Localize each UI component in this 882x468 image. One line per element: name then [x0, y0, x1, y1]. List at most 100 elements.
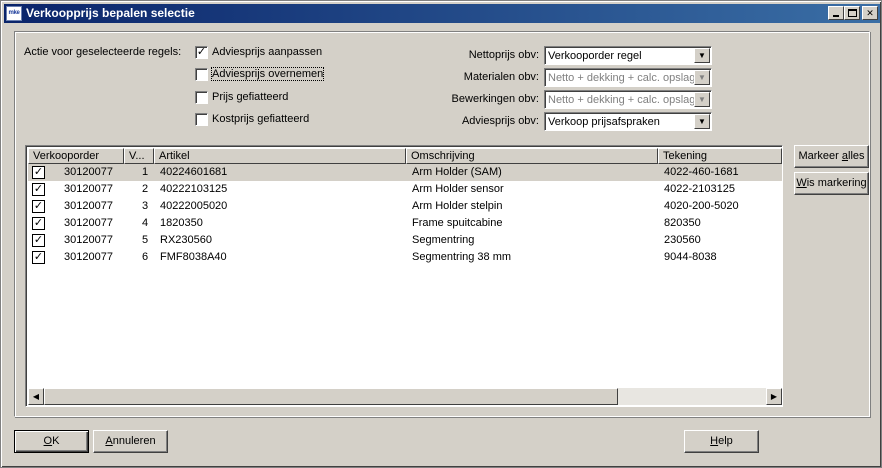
chevron-down-icon[interactable]: ▼ — [694, 114, 710, 129]
button-label-pre: Markeer — [798, 150, 842, 162]
button-label-post: nnuleren — [112, 435, 156, 447]
materialen-select: Netto + dekking + calc. opslag ▼ — [544, 68, 712, 87]
table-row[interactable]: ✓ 30120077 4 1820350 Frame spuitcabine 8… — [28, 215, 782, 232]
table-row[interactable]: ✓ 30120077 1 40224601681 Arm Holder (SAM… — [28, 164, 782, 181]
cell-artikel: 1820350 — [160, 217, 203, 229]
button-label-post: is markering — [806, 177, 867, 189]
cell-verkooporder: 30120077 — [64, 217, 113, 229]
checkbox-adviesprijs-overnemen[interactable]: Adviesprijs overnemen — [195, 67, 345, 83]
select-value: Netto + dekking + calc. opslag — [548, 94, 694, 106]
maximize-icon — [848, 9, 857, 17]
nettoprijs-select[interactable]: Verkooporder regel ▼ — [544, 46, 712, 65]
column-header-tekening[interactable]: Tekening — [658, 148, 782, 164]
help-button[interactable]: Help — [684, 430, 759, 453]
checkbox-box[interactable] — [195, 68, 208, 81]
column-header-omschrijving[interactable]: Omschrijving — [406, 148, 658, 164]
checkbox-box[interactable]: ✓ — [195, 46, 208, 59]
button-label-post: elp — [718, 435, 733, 447]
row-checkbox[interactable]: ✓ — [32, 234, 45, 247]
cell-artikel: 40224601681 — [160, 166, 228, 178]
button-label-accel: A — [105, 435, 113, 447]
nettoprijs-label: Nettoprijs obv: — [468, 49, 539, 61]
cell-v: 4 — [142, 217, 149, 229]
button-label-accel: H — [710, 435, 719, 447]
table-row[interactable]: ✓ 30120077 2 40222103125 Arm Holder sens… — [28, 181, 782, 198]
checkbox-prijs-gefiatteerd[interactable]: Prijs gefiatteerd — [195, 90, 345, 106]
cell-v: 3 — [142, 200, 149, 212]
cell-verkooporder: 30120077 — [64, 166, 113, 178]
scroll-left-icon[interactable]: ◀ — [28, 388, 44, 405]
row-checkbox[interactable]: ✓ — [32, 217, 45, 230]
button-label-post: K — [52, 435, 60, 447]
bewerkingen-select: Netto + dekking + calc. opslag ▼ — [544, 90, 712, 109]
ok-button[interactable]: OK — [14, 430, 89, 453]
row-checkbox[interactable]: ✓ — [32, 183, 45, 196]
markeer-alles-button[interactable]: Markeer alles — [794, 145, 869, 168]
column-header-v[interactable]: V... — [124, 148, 154, 164]
cell-tekening: 4022-2103125 — [664, 183, 735, 195]
adviesprijs-obv-label: Adviesprijs obv: — [461, 115, 539, 127]
order-lines-grid[interactable]: Verkooporder V... Artikel Omschrijving T… — [25, 145, 783, 407]
app-icon[interactable]: mke — [6, 6, 22, 21]
cell-artikel: 40222005020 — [160, 200, 228, 212]
cell-omschrijving: Segmentring — [412, 234, 475, 246]
scroll-right-icon[interactable]: ▶ — [766, 388, 782, 405]
cell-tekening: 820350 — [664, 217, 701, 229]
row-checkbox[interactable]: ✓ — [32, 200, 45, 213]
cell-omschrijving: Frame spuitcabine — [412, 217, 503, 229]
select-value: Verkooporder regel — [548, 50, 642, 62]
title-bar[interactable]: mke Verkoopprijs bepalen selectie ✕ — [4, 4, 880, 23]
cell-v: 5 — [142, 234, 149, 246]
cell-tekening: 4020-200-5020 — [664, 200, 739, 212]
chevron-down-icon: ▼ — [694, 92, 710, 107]
cell-v: 1 — [142, 166, 149, 178]
cell-omschrijving: Segmentring 38 mm — [412, 251, 512, 263]
row-checkbox[interactable]: ✓ — [32, 251, 45, 264]
chevron-down-icon[interactable]: ▼ — [694, 48, 710, 63]
checkbox-label: Prijs gefiatteerd — [212, 91, 289, 103]
cell-v: 6 — [142, 251, 149, 263]
button-label-accel: W — [796, 177, 807, 189]
select-value: Netto + dekking + calc. opslag — [548, 72, 694, 84]
row-checkbox[interactable]: ✓ — [32, 166, 45, 179]
column-header-artikel[interactable]: Artikel — [154, 148, 406, 164]
checkbox-kostprijs-gefiatteerd[interactable]: Kostprijs gefiatteerd — [195, 112, 345, 128]
cell-tekening: 4022-460-1681 — [664, 166, 739, 178]
checkbox-box[interactable] — [195, 91, 208, 104]
wis-markering-button[interactable]: Wis markering — [794, 172, 869, 195]
minimize-button[interactable] — [828, 6, 844, 20]
checkbox-adviesprijs-aanpassen[interactable]: ✓ Adviesprijs aanpassen — [195, 45, 345, 61]
maximize-button[interactable] — [844, 6, 860, 20]
close-button[interactable]: ✕ — [862, 6, 878, 20]
cell-verkooporder: 30120077 — [64, 234, 113, 246]
scrollbar-thumb[interactable] — [44, 388, 618, 405]
bewerkingen-label: Bewerkingen obv: — [451, 93, 539, 105]
table-row[interactable]: ✓ 30120077 5 RX230560 Segmentring 230560 — [28, 232, 782, 249]
cell-tekening: 230560 — [664, 234, 701, 246]
checkbox-label: Kostprijs gefiatteerd — [212, 113, 310, 125]
actie-label: Actie voor geselecteerde regels: — [24, 46, 182, 58]
minimize-icon — [833, 15, 839, 17]
cell-verkooporder: 30120077 — [64, 183, 113, 195]
cell-tekening: 9044-8038 — [664, 251, 717, 263]
column-header-verkooporder[interactable]: Verkooporder — [28, 148, 124, 164]
cell-omschrijving: Arm Holder sensor — [412, 183, 504, 195]
button-label-post: lles — [848, 150, 865, 162]
cell-omschrijving: Arm Holder (SAM) — [412, 166, 502, 178]
table-row[interactable]: ✓ 30120077 6 FMF8038A40 Segmentring 38 m… — [28, 249, 782, 266]
checkbox-box[interactable] — [195, 113, 208, 126]
horizontal-scrollbar[interactable]: ◀ ▶ — [28, 388, 782, 405]
chevron-down-icon: ▼ — [694, 70, 710, 85]
window-title: Verkoopprijs bepalen selectie — [26, 6, 195, 20]
cell-artikel: RX230560 — [160, 234, 212, 246]
cell-verkooporder: 30120077 — [64, 251, 113, 263]
cell-verkooporder: 30120077 — [64, 200, 113, 212]
adviesprijs-select[interactable]: Verkoop prijsafspraken ▼ — [544, 112, 712, 131]
materialen-label: Materialen obv: — [463, 71, 539, 83]
table-row[interactable]: ✓ 30120077 3 40222005020 Arm Holder stel… — [28, 198, 782, 215]
cell-omschrijving: Arm Holder stelpin — [412, 200, 503, 212]
select-value: Verkoop prijsafspraken — [548, 116, 660, 128]
annuleren-button[interactable]: Annuleren — [93, 430, 168, 453]
checkbox-label: Adviesprijs aanpassen — [212, 46, 323, 58]
close-icon: ✕ — [866, 8, 874, 18]
